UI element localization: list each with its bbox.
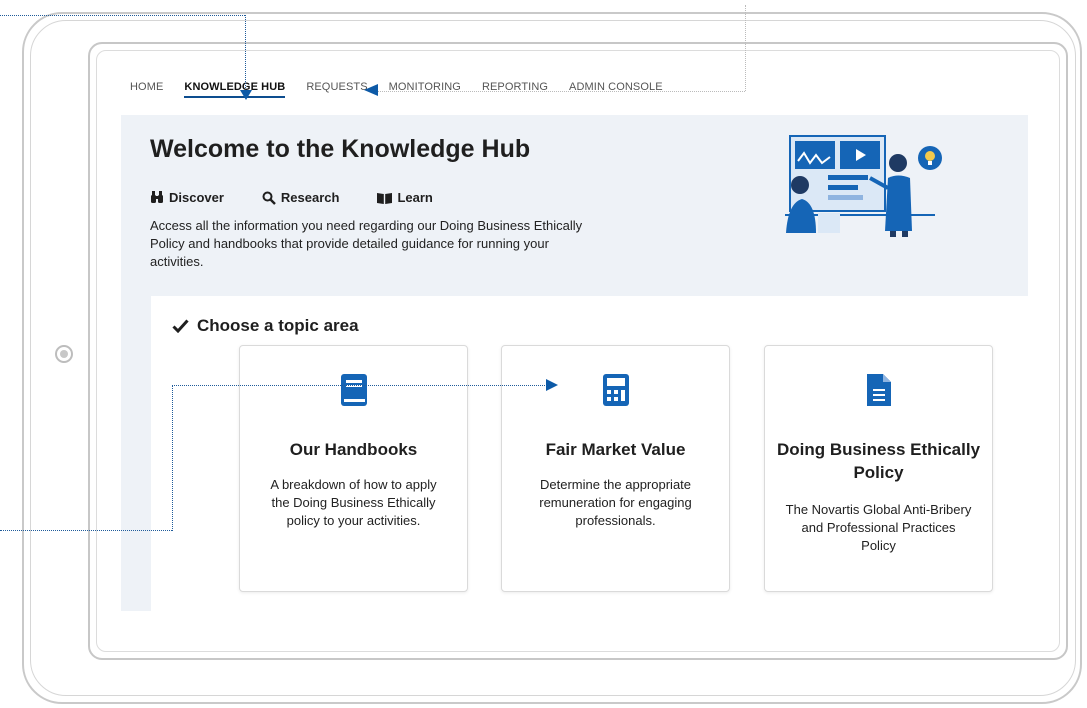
nav-monitoring[interactable]: MONITORING [389,81,461,98]
presentation-illustration [785,135,942,237]
card-description: The Novartis Global Anti-Bribery and Pro… [785,502,972,553]
card-description: A breakdown of how to apply the Doing Bu… [270,477,437,528]
arrow-left-icon [364,84,378,96]
annotation-line [0,15,245,16]
camera-icon [55,345,73,363]
feature-label: Learn [397,190,433,205]
topic-card-fair-market-value[interactable]: Fair Market Value Determine the appropri… [501,345,730,592]
card-description: Determine the appropriate remuneration f… [539,477,692,528]
arrow-down-icon [240,90,252,100]
annotation-line [745,5,746,91]
hero-description: Access all the information you need rega… [150,218,583,269]
topic-card-policy[interactable]: Doing Business Ethically Policy The Nova… [764,345,993,592]
binoculars-icon [151,191,163,203]
checkmark-icon [172,319,189,333]
book-open-icon [377,192,393,204]
nav-requests[interactable]: REQUESTS [306,81,367,98]
nav-home[interactable]: HOME [130,81,163,98]
feature-label: Research [280,190,340,205]
feature-research: Research [262,190,340,205]
feature-learn: Learn [377,190,433,205]
topic-heading: Choose a topic area [172,316,359,336]
search-icon [262,191,276,205]
feature-discover: Discover [150,190,224,205]
feature-list: Discover Research Learn [150,190,471,205]
topic-card-handbooks[interactable]: Our Handbooks A breakdown of how to appl… [239,345,468,592]
document-icon [866,374,891,406]
calculator-icon [602,374,629,406]
card-title: Doing Business Ethically Policy [776,440,981,482]
annotation-line [172,385,173,531]
card-title: Fair Market Value [545,440,686,459]
nav-knowledge-hub[interactable]: KNOWLEDGE HUB [184,81,286,98]
annotation-line [376,91,745,92]
feature-label: Discover [169,190,224,205]
topic-heading-label: Choose a topic area [197,316,359,335]
nav-admin-console[interactable]: ADMIN CONSOLE [569,81,663,98]
book-icon [340,374,367,406]
topic-area-sidebar [121,296,151,611]
annotation-line [172,385,545,386]
page-title: Welcome to the Knowledge Hub [150,135,531,163]
nav-reporting[interactable]: REPORTING [482,81,548,98]
annotation-line [245,15,246,88]
top-navigation: HOME KNOWLEDGE HUB REQUESTS MONITORING R… [130,81,684,98]
card-title: Our Handbooks [289,440,418,459]
annotation-line [0,530,172,531]
arrow-right-icon [546,379,558,391]
